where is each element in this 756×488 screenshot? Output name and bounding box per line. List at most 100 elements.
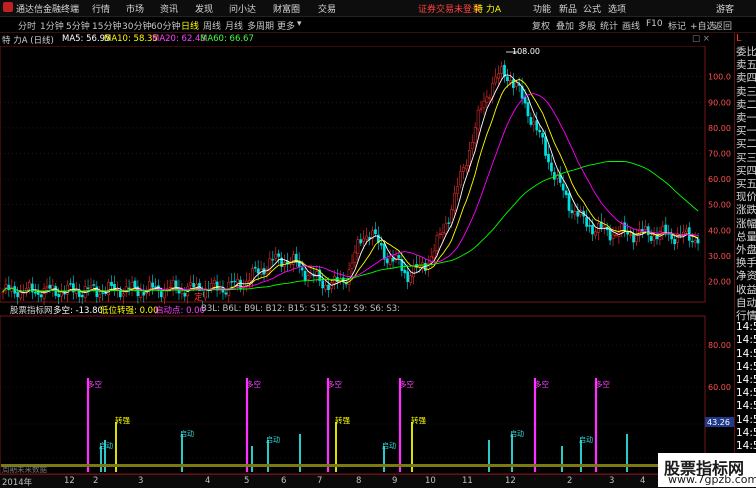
price-tick-label: 40.00 [708, 226, 731, 235]
period-multi[interactable]: 多周期 [247, 19, 274, 32]
candle-body [406, 271, 410, 283]
candle-body [456, 186, 459, 194]
period-more[interactable]: 更多 [277, 19, 295, 32]
period-15min[interactable]: 15分钟 [92, 19, 121, 32]
ma60-value: MA60: 66.67 [200, 34, 254, 44]
candle-body [467, 150, 471, 166]
panel-item: 14:5 [736, 334, 756, 347]
candle-body [585, 217, 588, 227]
menu-item-faxian[interactable]: 发现 [195, 2, 213, 15]
candle-body [670, 234, 674, 240]
candle-body [567, 193, 571, 211]
indicator-marker-duokong: 多空 [595, 379, 610, 389]
indicator-start: 启动点: 0.00 [155, 306, 205, 316]
date-tick-label: 11 [462, 476, 473, 486]
candle-body [162, 290, 166, 299]
indicator-marker-duokong: 多空 [534, 379, 549, 389]
candle-body [441, 231, 445, 235]
candle-body [544, 136, 547, 156]
candle-body [506, 76, 509, 82]
menu-item-hangqing[interactable]: 行情 [92, 2, 110, 15]
quote-side-panel[interactable]: L 委比 卖五 卖四 卖三 卖二 卖一 买一 买二 买三 买四 买五 现价 涨跌 涨幅 总量 外盘 换手 净资 收益… [734, 33, 756, 473]
toolbar-fanhui[interactable]: 返回 [714, 19, 732, 32]
period-60min[interactable]: 60分钟 [151, 19, 180, 32]
period-5min[interactable]: 5分钟 [66, 19, 90, 32]
candle-body [511, 79, 515, 88]
menu-item-xinpin[interactable]: 新品 [559, 2, 577, 15]
candle-body [385, 258, 389, 264]
candle-body [488, 97, 492, 99]
toolbar-duogu[interactable]: 多股 [578, 19, 596, 32]
candle-body [324, 284, 327, 290]
price-tick-label: 80.00 [708, 124, 731, 133]
toolbar-huaxian[interactable]: 画线 [622, 19, 640, 32]
period-weekly[interactable]: 周线 [203, 19, 221, 32]
candle-body [547, 153, 550, 163]
candle-body [107, 282, 110, 295]
candle-body [374, 229, 377, 235]
toolbar-f10[interactable]: F10 [646, 19, 663, 29]
candle-body [500, 66, 503, 74]
menu-item-wenxiaoda[interactable]: 问小达 [229, 2, 256, 15]
period-bar: 分时 1分钟 5分钟 15分钟 30分钟 60分钟 日线 周线 月线 多周期 更… [0, 17, 756, 33]
period-fenshi[interactable]: 分时 [18, 19, 36, 32]
toolbar-diejia[interactable]: 叠加 [556, 19, 574, 32]
toolbar-biaoji[interactable]: 标记 [668, 19, 686, 32]
candle-body [133, 280, 137, 288]
stock-name-period: 特 力A (日线) [2, 36, 54, 46]
candle-body [684, 228, 688, 233]
date-tick-label: 8 [356, 476, 362, 486]
candle-body [391, 257, 395, 262]
indicator-name[interactable]: 股票指标网 [10, 304, 53, 316]
candle-body [526, 102, 530, 117]
indicator-marker-zhuanqiang: 转强 [335, 415, 350, 425]
candle-body [230, 281, 234, 283]
candle-body [57, 294, 61, 298]
indicator-marker-qidong: 启动 [510, 429, 524, 438]
kline-chart[interactable]: 100.0 90.00 80.00 70.00 60.00 50.00 40.00 30.00… [0, 46, 734, 474]
ma10-value: MA10: 58.35 [104, 34, 158, 44]
candle-body [356, 239, 360, 254]
window-controls-icon[interactable]: □ × [692, 34, 710, 44]
price-tick-label: 90.00 [708, 98, 731, 107]
candle-body [602, 225, 606, 228]
date-tick-label: 6 [281, 476, 287, 486]
candle-body [16, 291, 20, 298]
menu-item-gongneng[interactable]: 功能 [533, 2, 551, 15]
login-notice[interactable]: 证券交易未登录 [418, 2, 481, 15]
more-chevron-icon[interactable]: ▾ [297, 19, 302, 29]
candle-body [19, 292, 22, 299]
candle-body [403, 269, 407, 274]
candle-body [632, 233, 635, 243]
toolbar-tongji[interactable]: 统计 [600, 19, 618, 32]
indicator-marker-qidong: 启动 [266, 435, 280, 444]
toolbar-zixuan[interactable]: +自选 [690, 19, 716, 32]
title-bar: 通达信金融终端 行情 市场 资讯 发现 问小达 财富圈 交易 证券交易未登录 特… [0, 0, 756, 17]
candle-body [250, 268, 254, 281]
candle-body [171, 280, 175, 289]
user-label[interactable]: 游客 [716, 2, 734, 15]
candle-body [180, 291, 184, 294]
period-monthly[interactable]: 月线 [225, 19, 243, 32]
indicator-marker-duokong: 多空 [327, 379, 342, 389]
candle-body [101, 292, 105, 294]
candle-body [98, 293, 102, 298]
period-30min[interactable]: 30分钟 [122, 19, 151, 32]
menu-item-gongshi[interactable]: 公式 [583, 2, 601, 15]
menu-item-jiaoyi[interactable]: 交易 [318, 2, 336, 15]
candle-body [1, 291, 5, 293]
candle-body [69, 283, 72, 285]
candle-body [80, 294, 84, 298]
menu-item-shichang[interactable]: 市场 [126, 2, 144, 15]
ding-label: 定 [194, 291, 203, 303]
candle-body [479, 108, 483, 110]
period-daily[interactable]: 日线 [181, 19, 199, 32]
toolbar-fuquan[interactable]: 复权 [532, 19, 550, 32]
menu-item-caifuquan[interactable]: 财富圈 [273, 2, 300, 15]
period-1min[interactable]: 1分钟 [40, 19, 64, 32]
menu-item-zixun[interactable]: 资讯 [160, 2, 178, 15]
panel-item: 14:5 [736, 347, 756, 360]
menu-item-xuanxiang[interactable]: 选项 [608, 2, 626, 15]
candle-body [541, 133, 544, 138]
candle-body [661, 225, 665, 233]
